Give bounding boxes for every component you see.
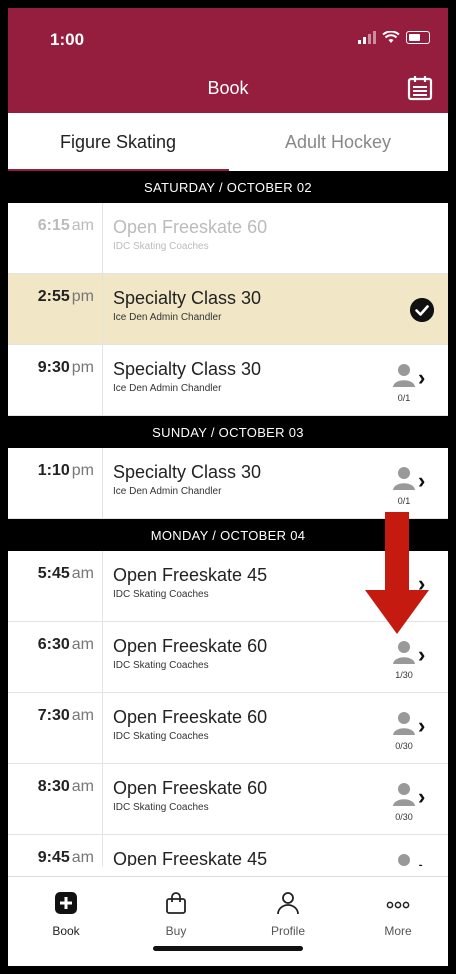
session-action[interactable]: › 0/1 <box>386 466 436 516</box>
person-icon <box>393 783 415 806</box>
bottom-tab-bar: Book Buy Profile More <box>8 876 448 966</box>
person-icon <box>393 467 415 490</box>
wifi-icon <box>382 30 400 43</box>
capacity-count: 0/30 <box>395 741 413 751</box>
tabbar-label: Buy <box>165 924 187 938</box>
tabbar-label: Book <box>52 924 80 938</box>
chevron-right-icon: › <box>418 784 426 809</box>
session-time: 6:30 am <box>8 622 103 692</box>
chevron-right-icon: › <box>418 468 426 493</box>
session-row[interactable]: 7:30 am Open Freeskate 60 IDC Skating Coa… <box>8 693 448 764</box>
session-time: 6:15 am <box>8 203 103 273</box>
session-time: 8:30 am <box>8 764 103 834</box>
session-row[interactable]: 9:30 pm Specialty Class 30 Ice Den Admin … <box>8 345 448 416</box>
status-time: 1:00 <box>50 30 85 49</box>
capacity-count: 0/1 <box>397 393 411 403</box>
session-row[interactable]: 8:30 am Open Freeskate 60 IDC Skating Coa… <box>8 764 448 835</box>
shopping-bag-icon <box>166 892 186 914</box>
session-coach: Ice Den Admin Chandler <box>113 312 222 323</box>
session-time: 2:55 pm <box>8 274 103 344</box>
session-row-booked[interactable]: 2:55 pm Specialty Class 30 Ice Den Admin … <box>8 274 448 345</box>
phone-screen: 1:00 Book Figure Skating Adult Hockey SA… <box>8 8 448 966</box>
person-icon <box>393 364 415 387</box>
tabbar-buy[interactable]: Buy <box>141 891 211 938</box>
session-action[interactable]: › <box>386 853 436 866</box>
checkmark-icon <box>410 298 434 322</box>
session-time: 7:30 am <box>8 693 103 763</box>
category-tabs: Figure Skating Adult Hockey <box>8 113 448 172</box>
app-header: 1:00 Book <box>8 8 448 113</box>
chevron-right-icon: › <box>418 365 426 390</box>
chevron-right-icon: › <box>418 855 425 866</box>
session-action[interactable]: › 1/30 <box>386 640 436 690</box>
home-indicator <box>153 946 303 951</box>
chevron-right-icon: › <box>418 642 426 667</box>
page-title: Book <box>207 78 249 98</box>
session-time: 5:45 am <box>8 551 103 621</box>
session-action[interactable]: › 0/30 <box>386 782 436 832</box>
session-time: 9:30 pm <box>8 345 103 415</box>
person-icon <box>393 641 415 664</box>
person-icon <box>398 854 410 866</box>
session-coach: IDC Skating Coaches <box>113 241 209 252</box>
person-icon <box>277 892 299 915</box>
tab-adult-hockey[interactable]: Adult Hockey <box>228 113 448 171</box>
tabbar-book[interactable]: Book <box>31 891 101 938</box>
capacity-count: 0/1 <box>397 496 411 506</box>
calendar-icon[interactable] <box>406 74 434 102</box>
day-header: SATURDAY / OCTOBER 02 <box>8 171 448 203</box>
session-row[interactable]: 6:15 am Open Freeskate 60 IDC Skating Coa… <box>8 203 448 274</box>
tabbar-label: More <box>384 924 412 938</box>
session-name: Open Freeskate 60 <box>113 217 268 237</box>
session-row[interactable]: 1:10 pm Specialty Class 30 Ice Den Admin … <box>8 448 448 519</box>
person-icon <box>393 712 415 735</box>
session-row[interactable]: 9:45am Open Freeskate 45 › <box>8 835 448 866</box>
tabbar-profile[interactable]: Profile <box>253 891 323 938</box>
session-action[interactable]: › 0/30 <box>386 711 436 761</box>
battery-icon <box>406 30 430 44</box>
tabbar-label: Profile <box>270 924 305 938</box>
more-dots-icon <box>386 901 410 909</box>
day-header: SUNDAY / OCTOBER 03 <box>8 416 448 448</box>
session-name: Specialty Class 30 <box>113 288 262 308</box>
tabbar-more[interactable]: More <box>363 891 433 938</box>
status-icons <box>358 30 430 44</box>
signal-icon <box>358 30 376 44</box>
plus-square-icon <box>55 892 77 914</box>
red-arrow-down-icon <box>365 512 429 634</box>
chevron-right-icon: › <box>418 713 426 738</box>
capacity-count: 0/30 <box>395 812 413 822</box>
capacity-count: 1/30 <box>395 670 413 680</box>
session-time: 1:10 pm <box>8 448 103 518</box>
session-action[interactable]: › 0/1 <box>386 363 436 413</box>
tab-figure-skating[interactable]: Figure Skating <box>8 113 229 172</box>
session-time: 9:45 am <box>8 835 103 866</box>
